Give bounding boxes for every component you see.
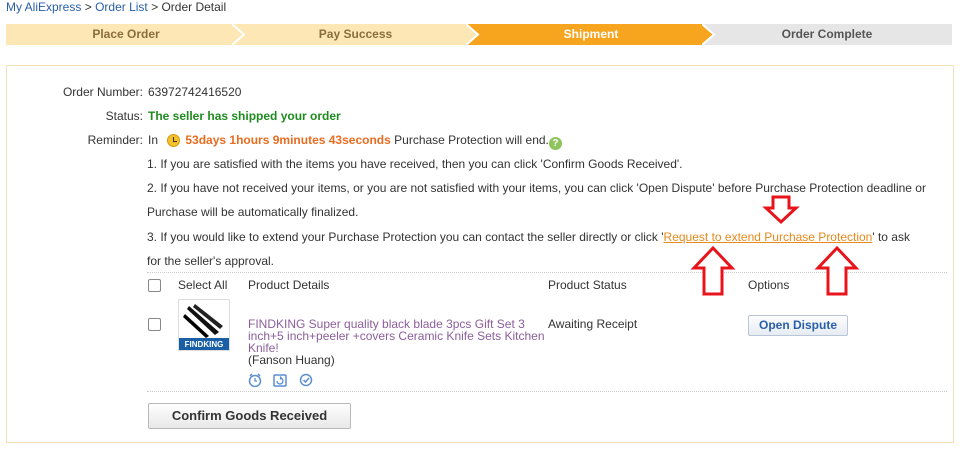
- down-arrow-annotation: [762, 195, 800, 225]
- annotation-arrows: [690, 195, 860, 296]
- up-arrow-annotation-right: [814, 245, 860, 296]
- up-arrow-annotation-left: [690, 245, 736, 296]
